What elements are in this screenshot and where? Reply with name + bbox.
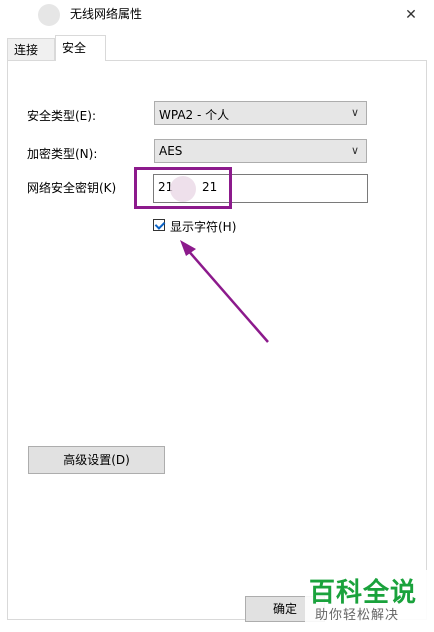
network-key-label: 网络安全密钥(K) [27, 181, 117, 195]
watermark-sub: 助你轻松解决 [315, 608, 400, 623]
security-type-label: 安全类型(E): [27, 109, 96, 123]
encryption-type-label: 加密类型(N): [27, 147, 98, 161]
show-characters-label[interactable]: 显示字符(H) [170, 218, 236, 235]
tab-connection[interactable]: 连接 [7, 38, 55, 60]
security-type-value: WPA2 - 个人 [159, 108, 230, 122]
advanced-settings-button[interactable]: 高级设置(D) [28, 446, 165, 474]
tab-security[interactable]: 安全 [55, 35, 106, 61]
tab-label: 安全 [62, 41, 87, 55]
window-icon [38, 4, 60, 26]
encryption-type-select[interactable]: AES ∨ [154, 139, 367, 163]
annotation-highlight-box [134, 167, 232, 209]
close-button[interactable]: ✕ [388, 0, 434, 30]
show-characters-checkbox[interactable] [153, 219, 165, 231]
chevron-down-icon: ∨ [350, 144, 360, 157]
window-title: 无线网络属性 [70, 7, 143, 21]
title-bar: 无线网络属性 ✕ [0, 0, 434, 30]
watermark: 百科全说 助你轻松解决 [305, 570, 427, 626]
tab-label: 连接 [14, 43, 39, 57]
close-icon: ✕ [405, 7, 417, 23]
chevron-down-icon: ∨ [350, 106, 360, 119]
security-type-select[interactable]: WPA2 - 个人 ∨ [154, 101, 367, 125]
encryption-type-value: AES [159, 144, 183, 158]
